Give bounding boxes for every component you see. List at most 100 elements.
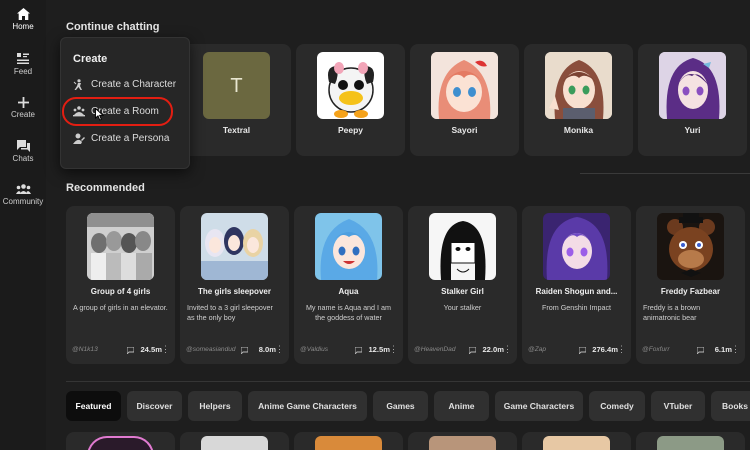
chat-card-yuri[interactable]: Yuri	[638, 44, 747, 156]
rec-card-freddy-fazbear[interactable]: Freddy Fazbear Freddy is a brown animatr…	[636, 206, 745, 364]
card-image	[543, 436, 610, 450]
rec-image	[657, 213, 724, 280]
chat-card-textral[interactable]: T Textral	[182, 44, 291, 156]
rec-card-aqua[interactable]: Aqua My name is Aqua and I am the goddes…	[294, 206, 403, 364]
nav-chats[interactable]: Chats	[0, 140, 46, 163]
more-options-icon[interactable]: ⋮	[161, 344, 170, 355]
more-options-icon[interactable]: ⋮	[731, 344, 740, 355]
nav-home-label: Home	[12, 22, 34, 31]
rec-image	[87, 213, 154, 280]
section-divider	[580, 173, 750, 174]
featured-card-peek[interactable]	[294, 432, 403, 450]
community-icon	[15, 184, 31, 194]
nav-community[interactable]: Community	[0, 184, 46, 206]
tab-anime[interactable]: Anime	[434, 391, 489, 421]
chat-count-icon	[579, 347, 586, 354]
monika-avatar	[545, 52, 612, 119]
chat-count-icon	[127, 347, 134, 354]
textral-avatar: T	[203, 52, 270, 119]
tab-featured[interactable]: Featured	[66, 391, 121, 421]
chat-name: Textral	[222, 125, 251, 135]
mouse-cursor-icon	[95, 108, 104, 121]
rec-chat-count: 8.0m	[258, 345, 276, 354]
create-room-item[interactable]: Create a Room	[73, 105, 185, 121]
create-menu-title: Create	[73, 53, 108, 65]
rec-creator[interactable]: @Foxfurr	[642, 346, 700, 353]
feed-icon	[17, 53, 29, 64]
rec-card-the-girls-sleepover[interactable]: The girls sleepover Invited to a 3 girl …	[180, 206, 289, 364]
tab-vtuber[interactable]: VTuber	[651, 391, 705, 421]
rec-name: Aqua	[338, 287, 359, 296]
rec-name: Stalker Girl	[441, 287, 484, 296]
tab-comedy[interactable]: Comedy	[589, 391, 645, 421]
rec-chat-count: 12.5m	[368, 345, 390, 354]
rec-creator[interactable]: @someasiandud	[186, 346, 244, 353]
featured-card-peek[interactable]	[636, 432, 745, 450]
rec-card-stalker-girl[interactable]: Stalker Girl Your stalker @HeavenDad 22.…	[408, 206, 517, 364]
create-character-label: Create a Character	[91, 79, 177, 90]
nav-feed-label: Feed	[13, 67, 33, 76]
left-nav: Home Feed Create Chats Community	[0, 0, 46, 450]
featured-card-peek[interactable]	[180, 432, 289, 450]
room-icon	[73, 106, 85, 117]
create-menu: Create Create a Character Create a Room …	[60, 37, 190, 169]
yuri-avatar	[659, 52, 726, 119]
continue-chatting-title: Continue chatting	[66, 21, 160, 33]
tab-books[interactable]: Books	[711, 391, 750, 421]
tab-anime-game-characters[interactable]: Anime Game Characters	[248, 391, 367, 421]
textral-initial: T	[230, 75, 243, 97]
rec-chat-count: 6.1m	[714, 345, 732, 354]
rec-creator[interactable]: @HeavenDad	[414, 346, 472, 353]
chat-name: Yuri	[684, 125, 701, 135]
featured-card-peek[interactable]	[66, 432, 175, 450]
rec-description: From Genshin Impact	[541, 303, 612, 312]
chat-count-icon	[241, 347, 248, 354]
rec-image	[201, 213, 268, 280]
more-options-icon[interactable]: ⋮	[503, 344, 512, 355]
nav-create[interactable]: Create	[0, 97, 46, 119]
rec-description: Your stalker	[443, 303, 482, 312]
plus-icon	[17, 97, 29, 108]
chat-name: Monika	[563, 125, 594, 135]
rec-description: Freddy is a brown animatronic bear	[643, 303, 701, 322]
nav-create-label: Create	[10, 110, 35, 119]
chat-card-sayori[interactable]: Sayori	[410, 44, 519, 156]
card-image	[87, 436, 154, 450]
rec-creator[interactable]: @N1k13	[72, 346, 130, 353]
chat-card-peepy[interactable]: Peepy	[296, 44, 405, 156]
rec-chat-count: 276.4m	[592, 345, 618, 354]
featured-card-peek[interactable]	[408, 432, 517, 450]
more-options-icon[interactable]: ⋮	[617, 344, 626, 355]
chat-name: Sayori	[451, 125, 478, 135]
card-image	[429, 436, 496, 450]
tab-discover[interactable]: Discover	[127, 391, 182, 421]
rec-creator[interactable]: @Valdius	[300, 346, 358, 353]
card-image	[315, 436, 382, 450]
chat-card-monika[interactable]: Monika	[524, 44, 633, 156]
create-persona-item[interactable]: Create a Persona	[73, 132, 185, 148]
create-character-item[interactable]: Create a Character	[73, 78, 185, 94]
rec-name: The girls sleepover	[198, 287, 271, 296]
sayori-avatar	[431, 52, 498, 119]
rec-card-group-of-4-girls[interactable]: Group of 4 girls A group of girls in an …	[66, 206, 175, 364]
tab-helpers[interactable]: Helpers	[188, 391, 242, 421]
tab-game-characters[interactable]: Game Characters	[495, 391, 583, 421]
chat-count-icon	[697, 347, 704, 354]
nav-home[interactable]: Home	[0, 8, 46, 31]
chats-icon	[16, 140, 30, 152]
featured-card-peek[interactable]	[522, 432, 631, 450]
more-options-icon[interactable]: ⋮	[275, 344, 284, 355]
tab-games[interactable]: Games	[373, 391, 428, 421]
more-options-icon[interactable]: ⋮	[389, 344, 398, 355]
chat-count-icon	[469, 347, 476, 354]
rec-chat-count: 22.0m	[482, 345, 504, 354]
rec-creator[interactable]: @Zap	[528, 346, 586, 353]
rec-name: Raiden Shogun and...	[535, 287, 618, 296]
character-icon	[73, 79, 82, 90]
rec-description: A group of girls in an elevator.	[73, 303, 168, 312]
recommended-title: Recommended	[66, 182, 145, 194]
rec-card-raiden-shogun[interactable]: Raiden Shogun and... From Genshin Impact…	[522, 206, 631, 364]
nav-feed[interactable]: Feed	[0, 53, 46, 76]
create-persona-label: Create a Persona	[91, 133, 170, 144]
rec-name: Freddy Fazbear	[660, 287, 721, 296]
